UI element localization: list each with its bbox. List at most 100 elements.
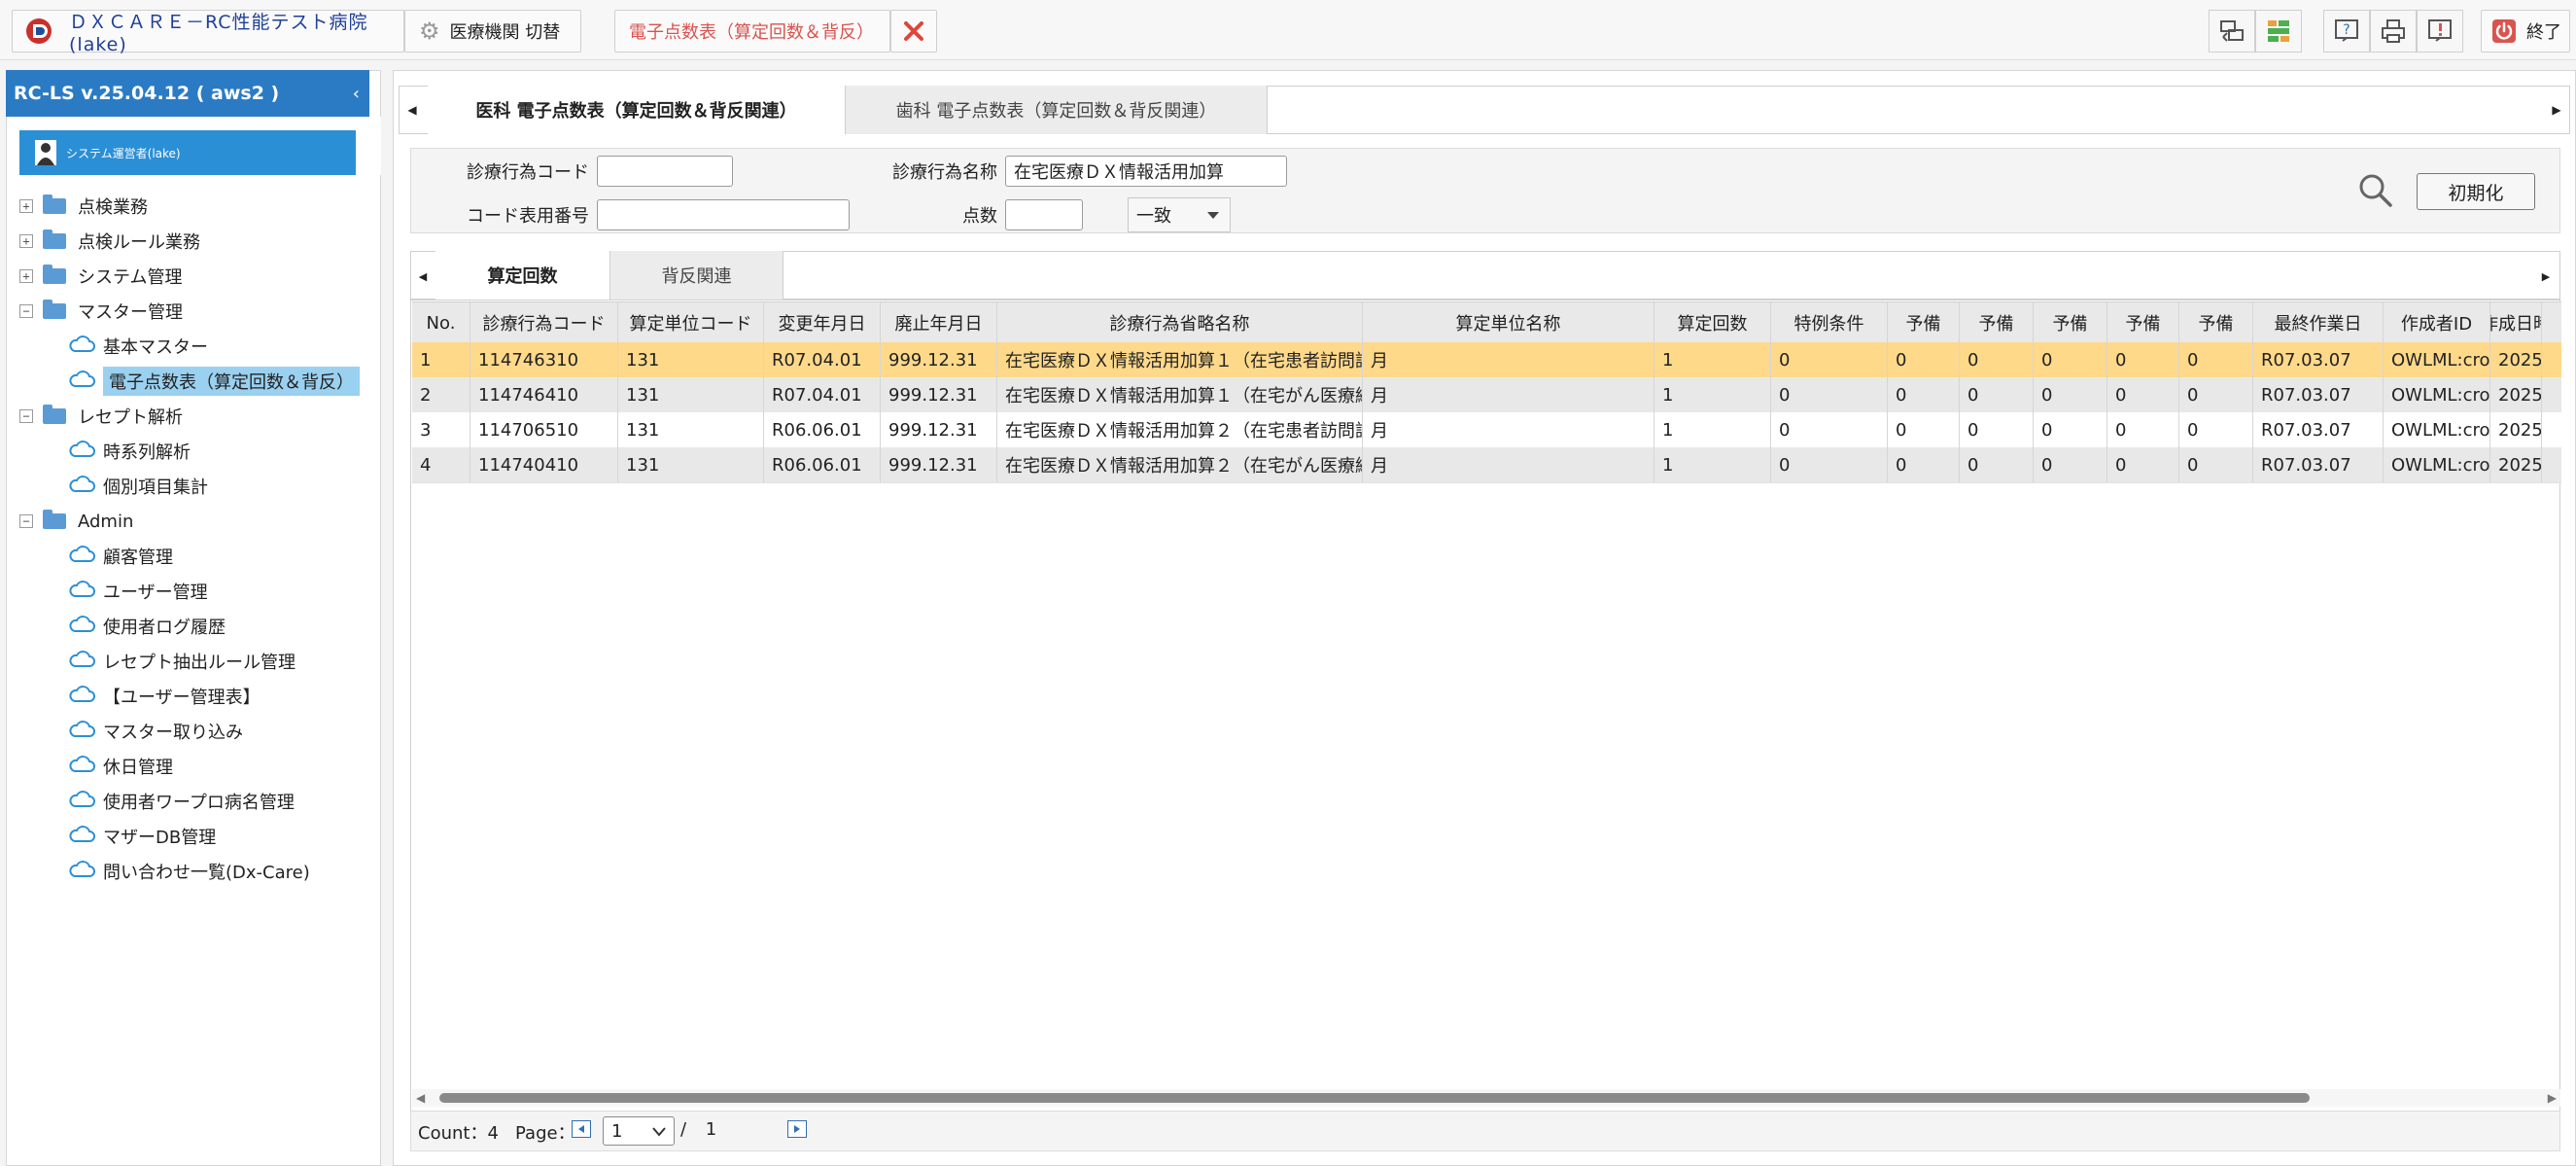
active-screen-tab-label: 電子点数表（算定回数＆背反） <box>629 22 874 43</box>
folder-icon <box>43 265 66 284</box>
expand-toggle-icon[interactable]: + <box>19 269 33 283</box>
column-header[interactable]: 算定回数 <box>1654 302 1771 343</box>
sidebar-item-17[interactable]: 使用者ワープロ病名管理 <box>68 785 295 818</box>
subtab-conflict[interactable]: 背反関連 <box>610 251 783 300</box>
sidebar-item-7[interactable]: 時系列解析 <box>68 435 191 468</box>
sidebar-item-0[interactable]: + 点検業務 <box>19 190 148 223</box>
table-cell: 0 <box>1888 412 1960 447</box>
sidebar-scrollbar[interactable] <box>369 117 381 175</box>
tab-medical[interactable]: 医科 電子点数表（算定回数＆背反関連） <box>428 86 846 134</box>
sidebar-item-19[interactable]: 問い合わせ一覧(Dx-Care) <box>68 855 310 888</box>
column-header[interactable]: 予備 <box>2179 302 2253 343</box>
sidebar-item-6[interactable]: − レセプト解析 <box>19 400 183 433</box>
sidebar-item-13[interactable]: レセプト抽出ルール管理 <box>68 645 296 678</box>
table-cell: R07.03.07 <box>2253 342 2384 377</box>
scroll-thumb[interactable] <box>439 1093 2310 1103</box>
match-select[interactable]: 一致 <box>1128 197 1231 232</box>
table-cell: 0 <box>1771 412 1888 447</box>
column-header[interactable]: 最終作業日 <box>2253 302 2384 343</box>
expand-toggle-icon[interactable]: + <box>19 234 33 248</box>
hospital-button[interactable]: ＤＸＣＡＲＥ－RC性能テスト病院(lake) <box>12 10 404 55</box>
sidebar-item-10[interactable]: 顧客管理 <box>68 540 173 573</box>
sidebar-item-18[interactable]: マザーDB管理 <box>68 820 216 853</box>
sidebar-item-1[interactable]: + 点検ルール業務 <box>19 225 200 258</box>
table-row[interactable]: 3 114706510 131 R06.06.01 999.12.31 在宅医療ＤＸ情報活… <box>412 412 2561 448</box>
sidebar-item-4[interactable]: 基本マスター <box>68 330 208 363</box>
horizontal-scrollbar[interactable]: ◀ ▶ <box>412 1089 2560 1107</box>
table-row[interactable]: 2 114746410 131 R07.04.01 999.12.31 在宅医療ＤＸ情報活… <box>412 377 2561 413</box>
expand-toggle-icon[interactable]: − <box>19 304 33 318</box>
scroll-left-arrow[interactable]: ◀ <box>416 1091 425 1105</box>
sidebar-item-11[interactable]: ユーザー管理 <box>68 575 208 608</box>
table-cell: R06.06.01 <box>764 412 881 447</box>
column-header[interactable]: 予備 <box>1960 302 2034 343</box>
table-row[interactable]: 4 114740410 131 R06.06.01 999.12.31 在宅医療ＤＸ情報活… <box>412 447 2561 483</box>
exit-button[interactable]: 終了 <box>2481 10 2570 53</box>
sidebar-item-16[interactable]: 休日管理 <box>68 750 173 783</box>
column-header[interactable]: 診療行為省略名称 <box>997 302 1363 343</box>
table-cell: 131 <box>618 342 764 377</box>
table-cell: OWLML:cron <box>2384 447 2490 482</box>
subtab-scroll-left[interactable]: ◀ <box>412 255 434 298</box>
sidebar-item-label: ユーザー管理 <box>103 583 208 603</box>
cloud-icon <box>68 650 103 674</box>
prev-icon <box>578 1125 584 1133</box>
subtab-scroll-right[interactable]: ▶ <box>2535 255 2557 298</box>
column-header[interactable]: 予備 <box>2034 302 2107 343</box>
search-button[interactable] <box>2356 171 2395 210</box>
expand-toggle-icon[interactable]: − <box>19 409 33 423</box>
scroll-right-arrow[interactable]: ▶ <box>2548 1091 2557 1105</box>
tab-scroll-left[interactable]: ◀ <box>399 86 426 134</box>
sidebar-item-12[interactable]: 使用者ログ履歴 <box>68 610 226 643</box>
table-cell: 0 <box>2107 377 2179 412</box>
column-header[interactable]: 予備 <box>1888 302 1960 343</box>
points-input[interactable] <box>1005 199 1083 230</box>
print-button[interactable] <box>2370 10 2417 53</box>
app-logo-icon <box>24 17 53 46</box>
page-select[interactable]: 1 <box>603 1116 675 1146</box>
sidebar-item-8[interactable]: 個別項目集計 <box>68 470 208 503</box>
column-header[interactable]: 廃止年月日 <box>881 302 997 343</box>
next-page-button[interactable] <box>787 1120 807 1138</box>
layout-button[interactable] <box>2255 10 2302 53</box>
help-button[interactable]: ? <box>2323 10 2370 53</box>
column-header[interactable]: No. <box>412 302 470 343</box>
active-screen-tab[interactable]: 電子点数表（算定回数＆背反） <box>614 10 890 53</box>
column-header[interactable]: 算定単位コード <box>618 302 764 343</box>
expand-toggle-icon[interactable]: − <box>19 514 33 528</box>
sidebar-item-14[interactable]: 【ユーザー管理表】 <box>68 680 261 713</box>
table-row[interactable]: 1 114746310 131 R07.04.01 999.12.31 在宅医療ＤＸ情報活… <box>412 342 2561 378</box>
expand-toggle-icon[interactable]: + <box>19 199 33 213</box>
alert-button[interactable] <box>2417 10 2463 53</box>
sidebar-item-15[interactable]: マスター取り込み <box>68 715 243 748</box>
column-header[interactable]: 作成者ID <box>2384 302 2490 343</box>
sidebar-item-label: 休日管理 <box>103 758 173 778</box>
prev-page-button[interactable] <box>572 1120 591 1138</box>
column-header[interactable]: 作成日時 <box>2490 302 2542 343</box>
table-cell: 1 <box>1654 342 1771 377</box>
column-header[interactable]: 算定単位名称 <box>1363 302 1654 343</box>
close-tab-button[interactable] <box>890 10 937 53</box>
sidebar-item-5[interactable]: 電子点数表（算定回数＆背反） <box>68 365 360 398</box>
column-header[interactable]: 特例条件 <box>1771 302 1888 343</box>
tab-dental[interactable]: 歯科 電子点数表（算定回数＆背反関連） <box>846 86 1268 134</box>
tab-scroll-right[interactable]: ▶ <box>2543 86 2570 134</box>
code-input[interactable] <box>597 156 733 187</box>
column-header[interactable]: 予備 <box>2107 302 2179 343</box>
subtab-count[interactable]: 算定回数 <box>435 251 610 300</box>
collapse-sidebar-icon[interactable]: ‹ <box>353 84 360 104</box>
switch-facility-button[interactable]: ⚙ 医療機関 切替 <box>404 10 581 53</box>
column-header[interactable]: 変更年月日 <box>764 302 881 343</box>
reset-button[interactable]: 初期化 <box>2417 173 2535 210</box>
tab-dental-label: 歯科 電子点数表（算定回数＆背反関連） <box>895 101 1217 122</box>
table-number-input[interactable] <box>597 199 850 230</box>
sidebar-item-9[interactable]: − Admin <box>19 505 133 538</box>
table-cell: 1 <box>1654 412 1771 447</box>
sidebar-item-3[interactable]: − マスター管理 <box>19 295 183 328</box>
transfer-button[interactable] <box>2209 10 2255 53</box>
count-text: Count：4 <box>418 1123 499 1144</box>
table-cell: 2025-03- <box>2490 447 2542 482</box>
name-input[interactable] <box>1005 156 1287 187</box>
sidebar-item-2[interactable]: + システム管理 <box>19 260 182 293</box>
column-header[interactable]: 診療行為コード <box>470 302 618 343</box>
